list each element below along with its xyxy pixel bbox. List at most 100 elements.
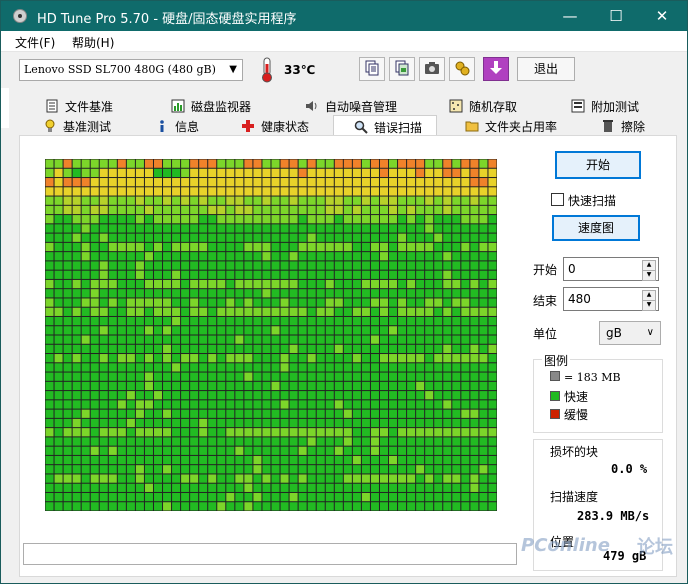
scan-block	[316, 215, 325, 224]
scan-block	[379, 242, 389, 252]
tab-extra-tests[interactable]: 附加测试	[571, 97, 639, 117]
minimize-button[interactable]: —	[547, 1, 593, 31]
scan-block	[244, 400, 253, 409]
scan-block	[379, 465, 389, 474]
scan-block	[325, 354, 334, 363]
spin-down-icon[interactable]: ▼	[642, 270, 656, 281]
scan-block	[126, 483, 135, 492]
scan-block	[452, 242, 461, 252]
scan-block	[307, 446, 316, 455]
tab-file-benchmark[interactable]: 文件基准	[45, 97, 113, 117]
scan-block	[325, 233, 334, 242]
scan-block	[181, 428, 190, 437]
scan-block	[379, 298, 389, 307]
scan-block	[280, 215, 289, 224]
tab-disk-monitor[interactable]: 磁盘监视器	[171, 97, 251, 117]
scan-block	[434, 178, 443, 187]
scan-block	[425, 437, 434, 446]
scan-block	[217, 363, 226, 372]
scan-block	[226, 187, 235, 196]
scan-block	[126, 298, 135, 307]
scan-block	[244, 372, 253, 381]
start-value[interactable]: 0	[568, 262, 576, 276]
start-button[interactable]: 开始	[555, 151, 641, 179]
scan-block	[99, 409, 108, 418]
tab-benchmark[interactable]: 基准测试	[43, 117, 111, 137]
scan-block	[470, 178, 479, 187]
scan-block	[452, 428, 461, 437]
save-button[interactable]	[483, 57, 509, 81]
scan-block	[398, 437, 407, 446]
end-value[interactable]: 480	[568, 292, 591, 306]
menu-help[interactable]: 帮助(H)	[72, 34, 114, 51]
scan-block	[262, 233, 271, 242]
tab-folder-usage[interactable]: 文件夹占用率	[465, 117, 557, 137]
copy-screenshot-button[interactable]	[389, 57, 415, 81]
quick-scan-label[interactable]: 快速扫描	[568, 192, 616, 209]
copy-info-button[interactable]	[359, 57, 385, 81]
scan-block	[181, 492, 190, 502]
unit-select[interactable]: gB ∨	[599, 321, 661, 345]
scan-block	[54, 233, 63, 242]
tab-random-access[interactable]: 随机存取	[449, 97, 517, 117]
scan-block	[244, 326, 253, 335]
scan-block	[379, 279, 389, 289]
scan-block	[325, 400, 334, 409]
scan-block	[488, 178, 497, 187]
quick-scan-checkbox[interactable]	[551, 193, 564, 206]
scan-block	[316, 205, 325, 215]
speed-map-button[interactable]: 速度图	[552, 215, 640, 241]
tab-info[interactable]: 信息	[155, 117, 199, 137]
scan-block	[343, 400, 352, 409]
tab-error-scan[interactable]: 错误扫描	[333, 115, 437, 137]
scan-block	[126, 270, 135, 279]
scan-block	[352, 233, 361, 242]
scan-block	[298, 446, 307, 455]
tab-label: 擦除	[621, 120, 646, 134]
scan-block	[144, 242, 153, 252]
scan-block	[289, 205, 298, 215]
scan-block	[135, 298, 144, 307]
maximize-button[interactable]: ☐	[593, 1, 639, 31]
drive-select[interactable]: Lenovo SSD SL700 480G (480 gB) ▼	[19, 59, 243, 81]
scan-block	[99, 233, 108, 242]
scan-block	[361, 215, 370, 224]
scan-block	[126, 215, 135, 224]
scan-block	[343, 298, 352, 307]
options-button[interactable]	[449, 57, 475, 81]
scan-block	[117, 502, 126, 511]
save-icon	[490, 61, 502, 74]
scan-block	[208, 502, 217, 511]
scan-block	[108, 196, 117, 205]
scan-block	[108, 233, 117, 242]
scan-block	[370, 437, 379, 446]
scan-block	[352, 168, 361, 178]
start-spinner[interactable]: 0 ▲ ▼	[563, 257, 659, 281]
scan-block	[253, 474, 262, 483]
scan-block	[271, 233, 280, 242]
scan-block	[325, 335, 334, 344]
scan-block	[172, 159, 181, 168]
close-button[interactable]: ✕	[639, 1, 685, 31]
scan-block	[452, 270, 461, 279]
spin-down-icon[interactable]: ▼	[642, 300, 656, 311]
camera-button[interactable]	[419, 57, 445, 81]
scan-block	[425, 196, 434, 205]
scan-block	[343, 242, 352, 252]
scan-block	[63, 252, 72, 261]
scan-block	[470, 196, 479, 205]
exit-button[interactable]: 退出	[517, 57, 575, 81]
scan-block	[262, 270, 271, 279]
scan-block	[262, 168, 271, 178]
tab-noise-management[interactable]: 自动噪音管理	[305, 97, 397, 117]
scan-block	[470, 372, 479, 381]
scan-block	[117, 224, 126, 233]
tab-health[interactable]: 健康状态	[241, 117, 309, 137]
end-spinner[interactable]: 480 ▲ ▼	[563, 287, 659, 311]
menu-file[interactable]: 文件(F)	[15, 34, 55, 51]
tab-erase[interactable]: 擦除	[601, 117, 645, 137]
scan-block	[307, 363, 316, 372]
scan-block	[352, 409, 361, 418]
scan-block	[434, 307, 443, 316]
scan-block	[108, 400, 117, 409]
